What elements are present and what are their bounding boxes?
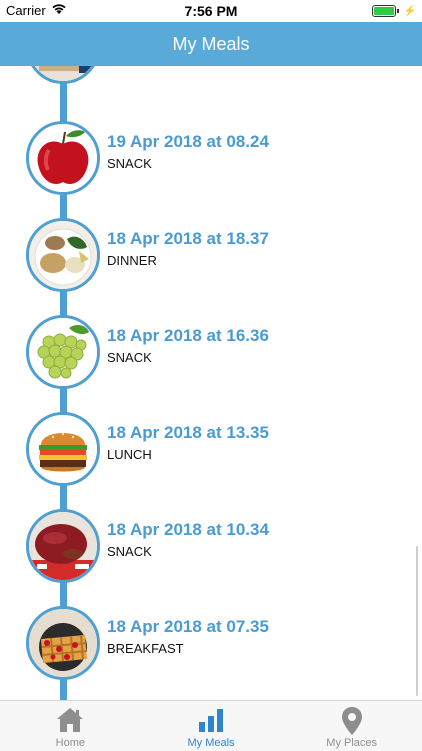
meal-row[interactable]: 19 Apr 2018 at 08.24 SNACK	[0, 121, 422, 211]
meal-photo-partial	[26, 66, 100, 84]
location-pin-icon	[341, 706, 363, 739]
tab-my-meals[interactable]: My Meals	[141, 701, 282, 751]
meals-timeline[interactable]: 19 Apr 2018 at 08.24 SNACK 18 Apr 2018 a…	[0, 66, 422, 700]
meal-photo-burger	[26, 412, 100, 486]
meal-photo-mango	[26, 509, 100, 583]
meal-date: 18 Apr 2018 at 10.34	[107, 520, 269, 539]
tab-my-meals-label: My Meals	[187, 737, 235, 749]
meal-type: BREAKFAST	[107, 641, 184, 656]
meal-row[interactable]: 18 Apr 2018 at 10.34 SNACK	[0, 509, 422, 599]
meal-photo-waffle	[26, 606, 100, 680]
status-bar: Carrier 7:56 PM ⚡	[0, 0, 422, 22]
status-time: 7:56 PM	[184, 3, 238, 19]
meal-row[interactable]: 18 Apr 2018 at 07.35 BREAKFAST	[0, 606, 422, 696]
page-title: My Meals	[172, 33, 250, 54]
meal-photo-dinner	[26, 218, 100, 292]
meal-photo-grapes	[26, 315, 100, 389]
navigation-bar: My Meals	[0, 22, 422, 66]
meal-date: 18 Apr 2018 at 07.35	[107, 617, 269, 636]
scroll-indicator[interactable]	[416, 546, 418, 696]
meal-row[interactable]: 18 Apr 2018 at 13.35 LUNCH	[0, 412, 422, 502]
meal-photo-apple	[26, 121, 100, 195]
meal-row[interactable]: 18 Apr 2018 at 18.37 DINNER	[0, 218, 422, 308]
charging-bolt-icon: ⚡	[403, 5, 416, 17]
tab-home-label: Home	[55, 737, 85, 749]
meal-date: 18 Apr 2018 at 18.37	[107, 229, 269, 248]
meal-type: SNACK	[107, 156, 152, 171]
meal-type: SNACK	[107, 350, 152, 365]
battery-icon	[371, 5, 396, 17]
meal-type: LUNCH	[107, 447, 152, 462]
bar-chart-icon	[197, 706, 225, 737]
meal-type: DINNER	[107, 253, 157, 268]
tab-bar: Home My Meals My Places	[0, 700, 422, 751]
meal-row[interactable]: 18 Apr 2018 at 16.36 SNACK	[0, 315, 422, 405]
tab-my-places[interactable]: My Places	[281, 701, 422, 751]
meal-date: 18 Apr 2018 at 13.35	[107, 423, 269, 442]
meal-type: SNACK	[107, 544, 152, 559]
tab-my-places-label: My Places	[326, 737, 378, 749]
meal-row-partial[interactable]	[0, 66, 422, 100]
battery-fill	[373, 7, 394, 15]
home-icon	[55, 706, 85, 737]
battery-indicator: ⚡	[371, 5, 416, 17]
tab-home[interactable]: Home	[0, 701, 141, 751]
meal-date: 18 Apr 2018 at 16.36	[107, 326, 269, 345]
meal-date: 19 Apr 2018 at 08.24	[107, 132, 269, 151]
